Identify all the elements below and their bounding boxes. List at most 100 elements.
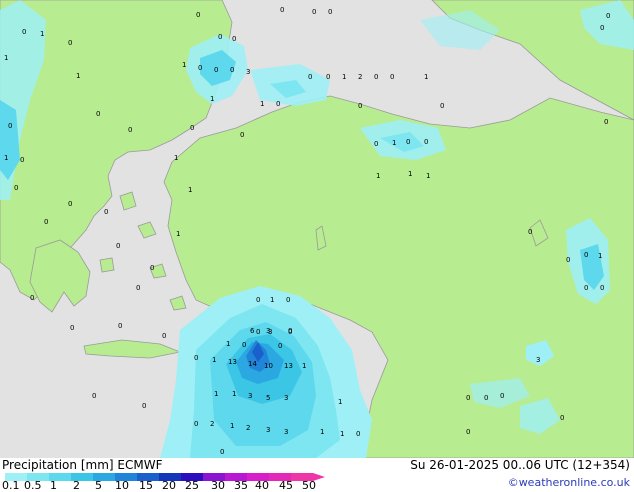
value-label: 0 xyxy=(328,8,332,16)
value-label: 0 xyxy=(584,251,588,259)
value-label: 5 xyxy=(266,394,270,402)
value-label: 0 xyxy=(116,242,120,250)
value-label: 0 xyxy=(374,73,378,81)
value-label: 1 xyxy=(376,172,380,180)
scale-tick: 35 xyxy=(234,479,248,492)
value-label: 0 xyxy=(22,28,26,36)
value-label: 0 xyxy=(96,110,100,118)
value-label: 0 xyxy=(256,328,260,336)
value-label: 0 xyxy=(8,122,12,130)
forecast-datetime: Su 26-01-2025 00..06 UTC (12+354) xyxy=(410,458,630,472)
value-label: 1 xyxy=(232,390,236,398)
credit-link[interactable]: ©weatheronline.co.uk xyxy=(508,476,630,490)
scale-tick: 0.5 xyxy=(24,479,42,492)
value-label: 0 xyxy=(356,430,360,438)
value-label: 0 xyxy=(312,8,316,16)
value-label: 0 xyxy=(196,11,200,19)
value-label: 3 xyxy=(284,428,288,436)
value-label: 1 xyxy=(340,430,344,438)
scale-tick: 2 xyxy=(73,479,80,492)
value-label: 0 xyxy=(218,33,222,41)
value-label: 1 xyxy=(182,61,186,69)
value-label: 0 xyxy=(484,394,488,402)
value-label: 0 xyxy=(500,392,504,400)
value-label: 1 xyxy=(226,340,230,348)
value-label: 0 xyxy=(232,35,236,43)
scale-tick: 20 xyxy=(162,479,176,492)
value-label: 1 xyxy=(426,172,430,180)
value-label: 0 xyxy=(466,428,470,436)
value-label: 0 xyxy=(20,156,24,164)
value-label: 0 xyxy=(214,66,218,74)
value-label: 0 xyxy=(68,200,72,208)
value-label: 1 xyxy=(40,30,44,38)
value-label: 0 xyxy=(194,354,198,362)
value-label: 0 xyxy=(14,184,18,192)
value-label: 0 xyxy=(128,126,132,134)
scale-tick: 15 xyxy=(139,479,153,492)
value-label: 0 xyxy=(136,284,140,292)
value-label: 0 xyxy=(288,327,292,335)
value-label: 2 xyxy=(358,73,362,81)
value-label: 0 xyxy=(92,392,96,400)
value-label: 1 xyxy=(408,170,412,178)
value-label: 3 xyxy=(248,392,252,400)
scale-tick: 50 xyxy=(302,479,316,492)
value-label: 1 xyxy=(174,154,178,162)
value-label: 1 xyxy=(4,154,8,162)
value-label: 0 xyxy=(68,39,72,47)
value-label: 0 xyxy=(560,414,564,422)
value-label: 1 xyxy=(4,54,8,62)
value-label: 3 xyxy=(246,68,250,76)
value-label: 0 xyxy=(190,124,194,132)
value-label: 1 xyxy=(302,362,306,370)
value-label: 0 xyxy=(286,296,290,304)
value-label: 0 xyxy=(600,24,604,32)
value-label: 0 xyxy=(604,118,608,126)
precipitation-map: 0 0 1 0 0 0 3 1 1 0 0 0 1 2 0 0 1 0 0 0 … xyxy=(0,0,634,458)
value-label: 0 xyxy=(308,73,312,81)
value-label: 1 xyxy=(188,186,192,194)
scale-tick: 45 xyxy=(279,479,293,492)
value-label: 1 xyxy=(176,230,180,238)
value-label: 0 xyxy=(142,402,146,410)
value-label: 0 xyxy=(230,66,234,74)
value-label: 13 xyxy=(284,362,293,370)
value-label: 0 xyxy=(280,6,284,14)
value-label: 0 xyxy=(600,284,604,292)
value-label: 0 xyxy=(424,138,428,146)
value-label: 1 xyxy=(230,422,234,430)
value-label: 10 xyxy=(264,362,273,370)
value-label: 0 xyxy=(374,140,378,148)
value-label: 0 xyxy=(198,64,202,72)
value-label: 1 xyxy=(392,139,396,147)
value-label: 14 xyxy=(248,360,257,368)
value-label: 0 xyxy=(566,256,570,264)
value-label: 0 xyxy=(440,102,444,110)
legend-title-text: Precipitation [mm] xyxy=(2,458,114,472)
value-label: 2 xyxy=(246,424,250,432)
scale-tick: 40 xyxy=(255,479,269,492)
legend-panel: Precipitation [mm] ECMWF Su 26-01-2025 0… xyxy=(0,458,634,492)
value-label: 0 xyxy=(220,448,224,456)
value-label: 1 xyxy=(342,73,346,81)
scale-tick: 25 xyxy=(185,479,199,492)
value-label: 1 xyxy=(598,252,602,260)
value-label: 1 xyxy=(214,390,218,398)
value-label: 1 xyxy=(338,398,342,406)
value-label: 3 xyxy=(266,327,270,335)
scale-tick: 10 xyxy=(115,479,129,492)
value-label: 13 xyxy=(228,358,237,366)
value-label: 0 xyxy=(276,100,280,108)
value-label: 1 xyxy=(210,95,214,103)
value-label: 1 xyxy=(76,72,80,80)
value-label: 0 xyxy=(278,342,282,350)
value-label: 0 xyxy=(326,73,330,81)
value-label: 0 xyxy=(240,131,244,139)
scale-tick: 1 xyxy=(50,479,57,492)
value-label: 0 xyxy=(70,324,74,332)
model-name: ECMWF xyxy=(117,458,163,472)
value-label: 1 xyxy=(424,73,428,81)
value-label: 1 xyxy=(320,428,324,436)
value-label: 0 xyxy=(104,208,108,216)
